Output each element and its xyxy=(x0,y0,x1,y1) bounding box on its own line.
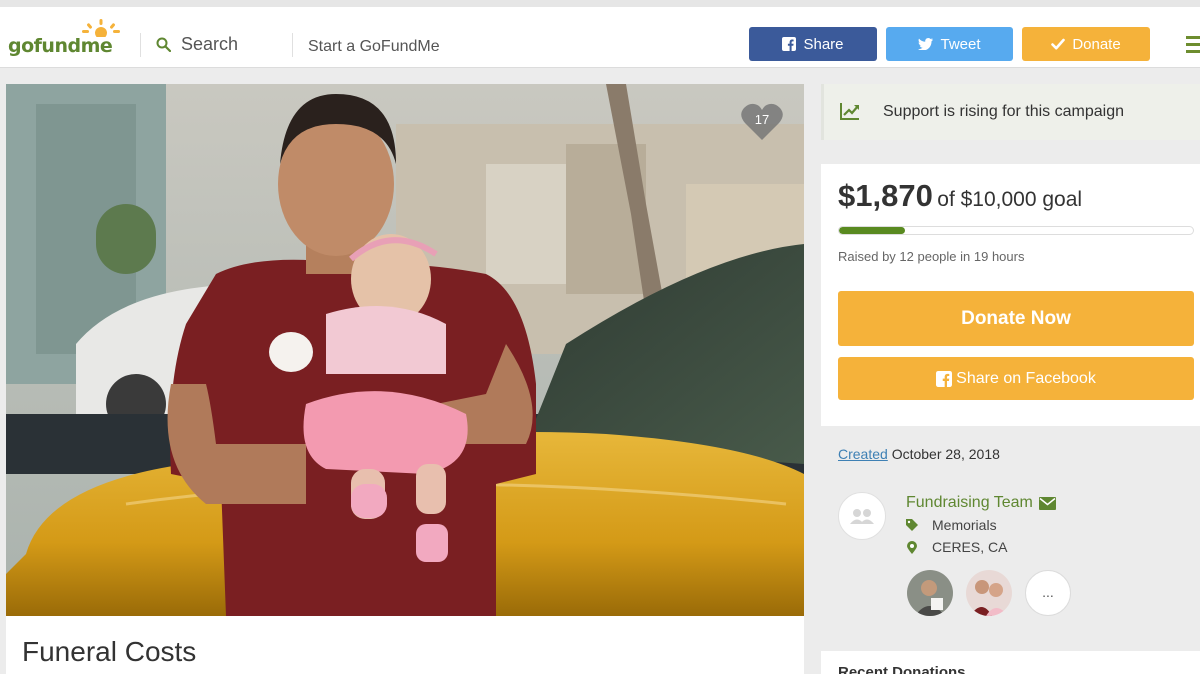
tweet-label: Tweet xyxy=(940,35,981,53)
users-icon xyxy=(850,509,874,524)
fundraising-team-link[interactable]: Fundraising Team xyxy=(906,494,1056,512)
team-member-avatar[interactable] xyxy=(966,570,1012,616)
category-row: Memorials xyxy=(906,517,997,533)
donate-now-button[interactable]: Donate Now xyxy=(838,291,1194,346)
tag-icon xyxy=(906,519,918,531)
goal-text: of $10,000 goal xyxy=(937,188,1083,211)
logo-wordmark: gofundme xyxy=(8,35,113,57)
campaign-photo xyxy=(6,84,804,616)
facebook-icon xyxy=(782,37,797,51)
trending-up-icon xyxy=(840,103,859,120)
donate-button[interactable]: Donate xyxy=(1022,27,1150,61)
header-divider xyxy=(140,33,141,57)
support-rising-banner: Support is rising for this campaign xyxy=(821,84,1200,140)
share-button[interactable]: Share xyxy=(749,27,877,61)
campaign-title: Funeral Costs xyxy=(22,636,197,667)
heart-count: 17 xyxy=(754,112,770,127)
created-link[interactable]: Created xyxy=(838,446,888,462)
hamburger-menu-icon[interactable] xyxy=(1186,36,1200,57)
search-link[interactable]: Search xyxy=(156,34,238,55)
search-icon xyxy=(156,37,171,52)
support-rising-text: Support is rising for this campaign xyxy=(883,103,1124,120)
twitter-icon xyxy=(918,38,934,50)
map-pin-icon xyxy=(907,540,917,554)
team-member-avatar[interactable] xyxy=(907,570,953,616)
share-on-facebook-label: Share on Facebook xyxy=(956,369,1096,387)
search-label: Search xyxy=(181,34,239,54)
created-date: October 28, 2018 xyxy=(891,446,1000,462)
recent-donations-heading: Recent Donations xyxy=(838,664,966,674)
share-label: Share xyxy=(803,35,844,53)
organizer-avatar[interactable] xyxy=(838,492,886,540)
progress-bar-fill xyxy=(839,227,906,234)
team-member-photo xyxy=(966,570,1012,616)
facebook-icon xyxy=(936,370,953,387)
team-member-photo xyxy=(907,570,953,616)
donate-label: Donate xyxy=(1072,35,1121,53)
location-row: CERES, CA xyxy=(906,539,1007,555)
location-label: CERES, CA xyxy=(932,539,1008,555)
created-info: Created October 28, 2018 xyxy=(838,446,1000,462)
category-label[interactable]: Memorials xyxy=(932,517,997,533)
campaign-photo-illustration xyxy=(6,84,804,616)
progress-bar xyxy=(838,226,1194,235)
envelope-icon[interactable] xyxy=(1038,496,1056,510)
raised-by-text: Raised by 12 people in 19 hours xyxy=(838,249,1025,264)
more-team-members-button[interactable]: ... xyxy=(1025,570,1071,616)
raised-amount: $1,870 xyxy=(838,178,933,213)
gofundme-logo[interactable]: gofundme xyxy=(8,19,124,59)
checkmark-icon xyxy=(1051,38,1066,50)
start-gofundme-link[interactable]: Start a GoFundMe xyxy=(308,38,440,56)
share-on-facebook-button[interactable]: Share on Facebook xyxy=(838,357,1194,400)
tweet-button[interactable]: Tweet xyxy=(886,27,1013,61)
fundraising-team-label: Fundraising Team xyxy=(906,494,1033,511)
top-header: gofundme Search Start a GoFundMe Share T… xyxy=(0,0,1200,68)
header-divider xyxy=(292,33,293,57)
raised-summary: $1,870 of $10,000 goal xyxy=(838,178,1082,214)
